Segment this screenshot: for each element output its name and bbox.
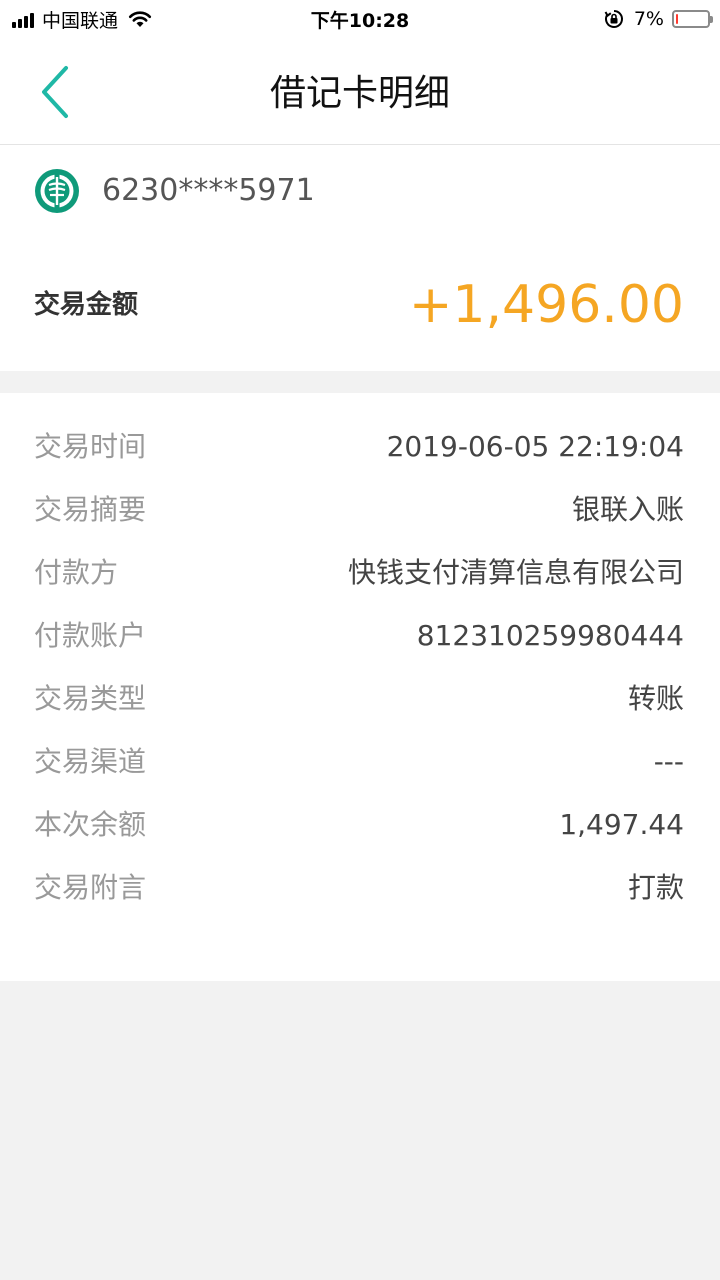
detail-label: 交易摘要 [34,493,147,526]
status-right: 7% [604,6,713,32]
detail-value: 快钱支付清算信息有限公司 [347,556,684,589]
detail-value: 1,497.44 [559,808,684,841]
detail-label: 付款方 [34,556,119,589]
battery-icon [672,10,713,28]
orientation-lock-icon [604,10,623,28]
detail-row-time: 交易时间 2019-06-05 22:19:04 [0,427,720,467]
detail-label: 付款账户 [34,619,147,652]
detail-row-remark: 交易附言 打款 [0,868,720,908]
page-title: 借记卡明细 [269,73,450,114]
detail-label: 交易类型 [34,682,147,715]
bank-logo-icon [35,169,79,213]
battery-percent: 7% [633,8,664,30]
detail-row-payer-account: 付款账户 812310259980444 [0,616,720,656]
transaction-details: 交易时间 2019-06-05 22:19:04 交易摘要 银联入账 付款方 快… [0,393,720,981]
amount-label: 交易金额 [34,290,139,320]
detail-label: 交易时间 [34,430,147,463]
detail-label: 交易渠道 [34,745,147,778]
detail-value: 转账 [627,682,684,715]
detail-value: 银联入账 [571,493,684,526]
card-number: 6230****5971 [102,173,315,208]
detail-row-channel: 交易渠道 --- [0,742,720,782]
detail-row-payer: 付款方 快钱支付清算信息有限公司 [0,553,720,593]
detail-row-summary: 交易摘要 银联入账 [0,490,720,530]
detail-row-type: 交易类型 转账 [0,679,720,719]
card-summary: 6230****5971 交易金额 +1,496.00 [0,145,720,371]
battery-level [676,14,678,24]
detail-value: 812310259980444 [416,619,684,652]
amount-value: +1,496.00 [408,275,684,335]
nav-bar: 借记卡明细 [0,40,720,145]
status-bar: 中国联通 下午10:28 7% [0,0,720,40]
detail-value: --- [653,745,684,778]
detail-row-balance: 本次余额 1,497.44 [0,805,720,845]
detail-value: 2019-06-05 22:19:04 [386,430,684,463]
detail-value: 打款 [627,871,684,904]
detail-label: 交易附言 [34,871,147,904]
detail-label: 本次余额 [34,808,147,841]
